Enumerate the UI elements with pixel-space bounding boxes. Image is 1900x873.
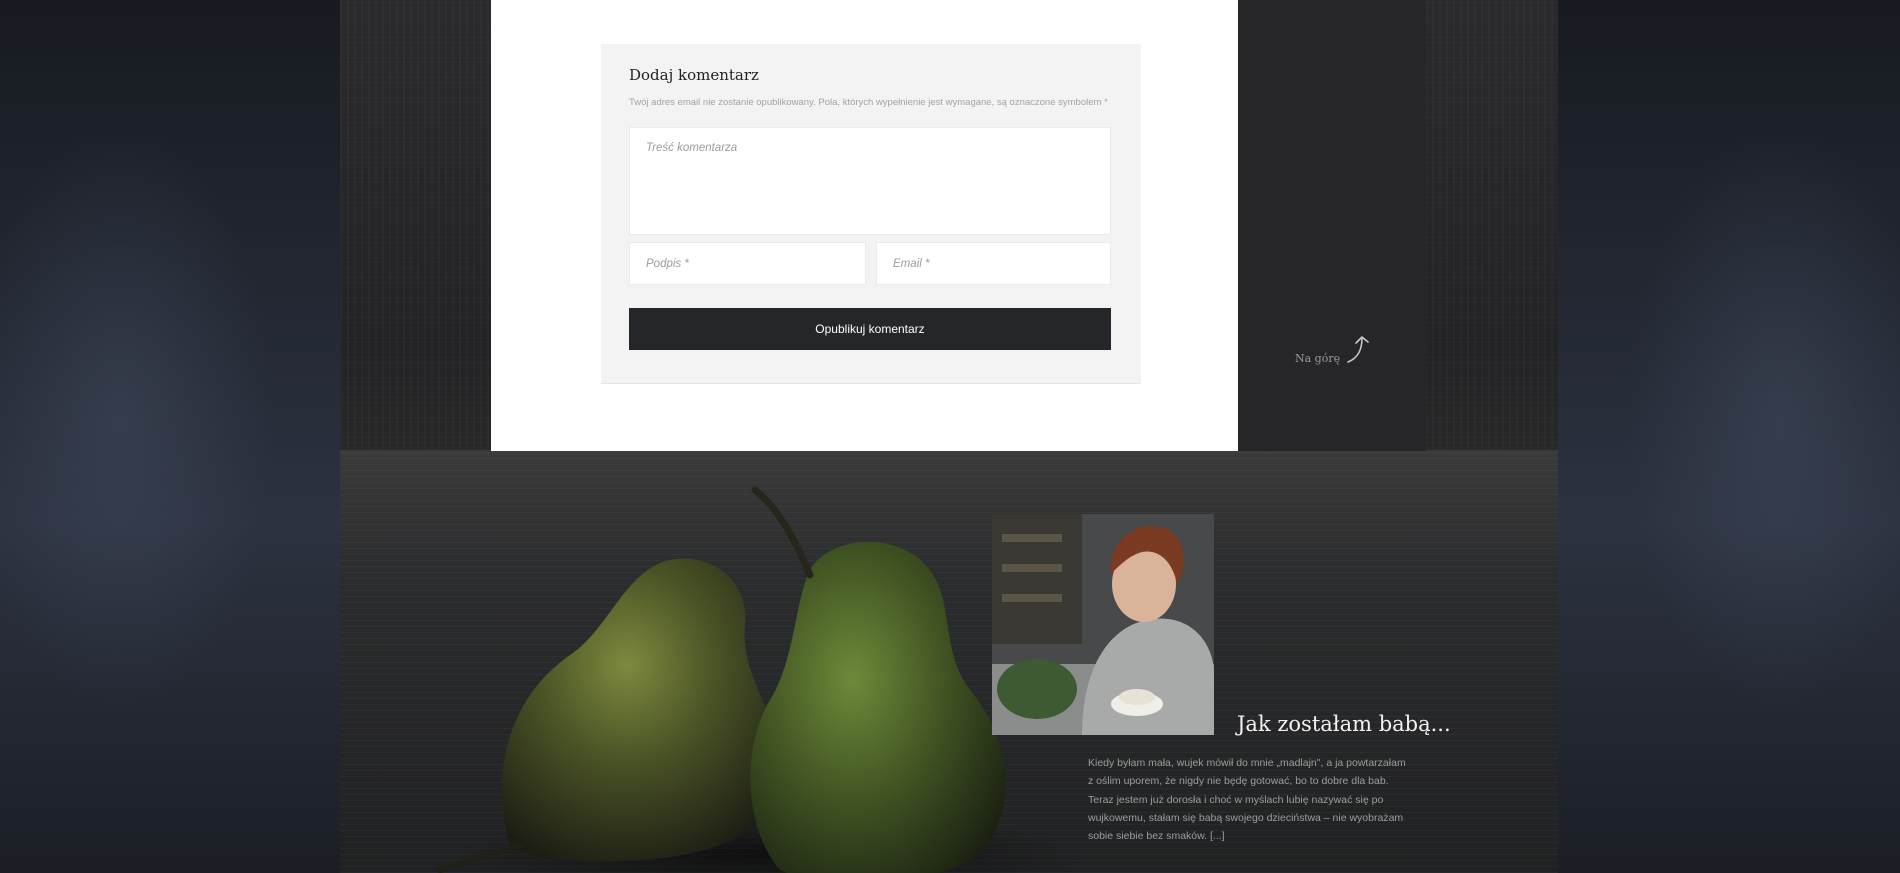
comment-textarea[interactable] [629,127,1111,235]
comment-form-note: Twój adres email nie zostanie opublikowa… [629,97,1108,108]
back-to-top-link[interactable]: Na górę [1295,335,1372,365]
email-field[interactable] [876,242,1111,285]
post-thumbnail[interactable] [992,514,1214,735]
post-title[interactable]: Jak zostałam babą... [1237,712,1451,736]
name-field[interactable] [629,242,866,285]
woman-photo [992,514,1214,735]
submit-comment-button[interactable]: Opublikuj komentarz [629,308,1111,350]
back-to-top-label: Na górę [1295,352,1341,365]
curved-arrow-up-icon [1346,335,1372,364]
article-content-card: Dodaj komentarz Twój adres email nie zos… [491,0,1238,451]
site-page: Dodaj komentarz Twój adres email nie zos… [340,0,1558,873]
comment-form-title: Dodaj komentarz [629,66,759,84]
comment-form: Dodaj komentarz Twój adres email nie zos… [601,44,1141,384]
post-excerpt: Kiedy byłam mała, wujek mówił do mnie „m… [1088,757,1406,843]
sidebar: Na górę [1238,0,1426,451]
